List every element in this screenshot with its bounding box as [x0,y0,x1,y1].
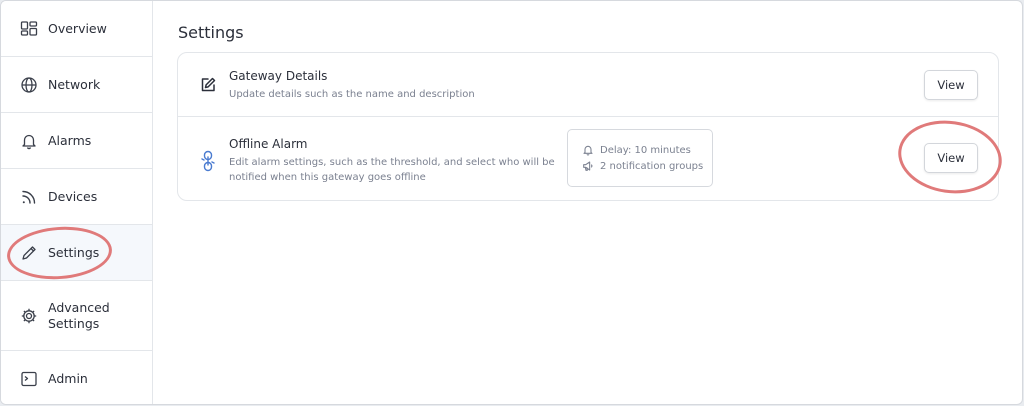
delay-text: Delay: 10 minutes [600,144,691,156]
settings-row-offline-alarm: Offline Alarm Edit alarm settings, such … [178,117,998,201]
delay-line: Delay: 10 minutes [582,142,712,158]
groups-line: 2 notification groups [582,158,712,174]
page-title: Settings [178,23,244,42]
alarm-link-icon [198,150,218,172]
row-title: Offline Alarm [229,137,308,151]
app-frame: Overview Network Alarms Devices Settings… [0,0,1023,405]
bell-icon [582,144,594,156]
terminal-icon [20,370,38,388]
sidebar-item-settings[interactable]: Settings [1,225,152,281]
sidebar-item-label: Advanced Settings [48,299,110,331]
sidebar-item-label: Overview [48,20,107,36]
row-title: Gateway Details [229,69,328,83]
sidebar-item-label: Alarms [48,132,92,148]
settings-card: Gateway Details Update details such as t… [177,52,999,201]
row-text: Gateway Details Update details such as t… [229,69,475,102]
sidebar-item-overview[interactable]: Overview [1,1,152,57]
sidebar-item-advanced-settings[interactable]: Advanced Settings [1,281,152,351]
sidebar-item-alarms[interactable]: Alarms [1,113,152,169]
sidebar-item-network[interactable]: Network [1,57,152,113]
overview-icon [20,20,38,38]
sidebar-item-label: Admin [48,371,88,386]
main-content: Settings Gateway Details Update details … [153,1,1022,404]
row-description: Update details such as the name and desc… [229,89,475,100]
rss-icon [20,188,38,206]
globe-icon [20,76,38,94]
sidebar: Overview Network Alarms Devices Settings… [1,1,153,404]
edit-icon [198,75,218,95]
view-gateway-details-button[interactable]: View [924,70,978,100]
megaphone-icon [582,160,594,172]
groups-text: 2 notification groups [600,160,704,172]
sidebar-item-label: Network [48,76,101,92]
view-offline-alarm-button[interactable]: View [924,143,978,173]
sidebar-item-label: Devices [48,188,98,204]
row-text: Offline Alarm Edit alarm settings, such … [229,137,559,185]
bell-icon [20,132,38,150]
sidebar-item-admin[interactable]: Admin [1,351,152,404]
settings-row-gateway-details: Gateway Details Update details such as t… [178,53,998,117]
alarm-summary-box: Delay: 10 minutes 2 notification groups [567,129,713,187]
gear-icon [20,307,38,325]
sidebar-item-label: Settings [48,244,100,260]
sidebar-item-devices[interactable]: Devices [1,169,152,225]
row-description: Edit alarm settings, such as the thresho… [229,157,555,183]
pencil-icon [20,244,38,262]
